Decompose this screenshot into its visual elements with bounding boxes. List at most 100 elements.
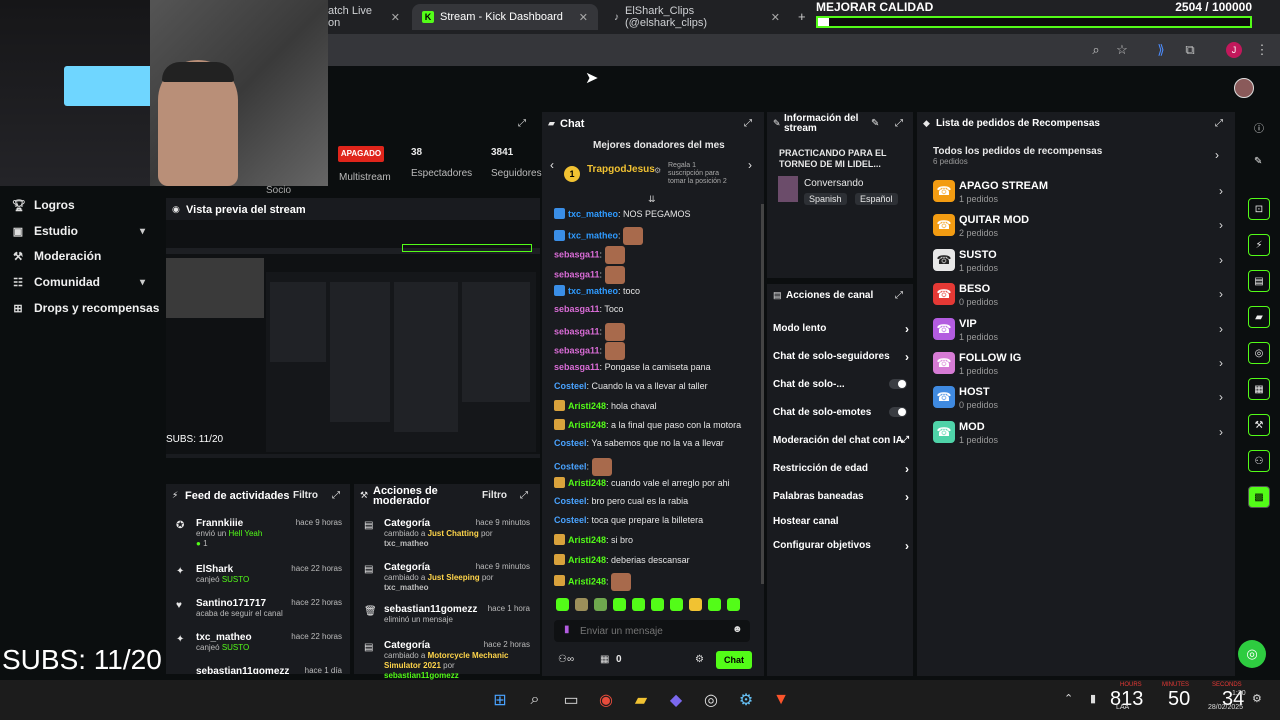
chat-username[interactable]: sebasga11 (554, 269, 600, 279)
filter-button[interactable]: Filtro (482, 490, 507, 501)
reward-row[interactable]: ☎ FOLLOW IG 1 pedidos › (933, 350, 1223, 380)
emoji-icon[interactable]: ☻ (732, 624, 743, 635)
mic-tray-icon[interactable]: ▮ (1090, 692, 1096, 705)
rail-gavel-icon[interactable]: ⚒ (1248, 414, 1270, 436)
pencil-icon[interactable]: ✎ (1254, 156, 1262, 167)
rail-camera-icon[interactable]: ⊡ (1248, 198, 1270, 220)
age-restriction-action[interactable]: Restricción de edad › (773, 462, 909, 476)
expand-icon[interactable]: ⤢ (520, 490, 528, 501)
chat-username[interactable]: sebasga11 (554, 327, 600, 337)
mic-icon[interactable]: ▮ (564, 624, 570, 635)
chevron-left-icon[interactable]: ‹ (550, 158, 554, 172)
emote-icon[interactable] (575, 598, 588, 611)
send-chat-button[interactable]: Chat (716, 651, 752, 669)
task-view-icon[interactable]: ▭ (559, 688, 583, 712)
rail-doc-icon[interactable]: ▤ (1248, 270, 1270, 292)
reward-row[interactable]: ☎ HOST 0 pedidos › (933, 384, 1223, 414)
tray-chevron-icon[interactable]: ⌃ (1064, 692, 1073, 705)
start-icon[interactable]: ⊞ (488, 688, 512, 712)
sidebar-item-drops[interactable]: ⊞ Drops y recompensas (12, 301, 159, 315)
menu-icon[interactable]: ⋮ (1254, 42, 1270, 58)
brave-icon[interactable]: ▼ (769, 688, 793, 712)
support-chat-icon[interactable]: ◎ (1238, 640, 1266, 668)
expand-icon[interactable]: ⤢ (332, 490, 340, 501)
multistream-label[interactable]: Multistream (339, 172, 391, 183)
emote-icon[interactable] (556, 598, 569, 611)
reward-row[interactable]: ☎ MOD 1 pedidos › (933, 419, 1223, 449)
rail-sliders-icon[interactable]: ▦ (1248, 378, 1270, 400)
filter-button[interactable]: Filtro (293, 490, 318, 501)
tab-kick-dashboard[interactable]: K Stream - Kick Dashboard ✕ (412, 4, 598, 30)
tab-watch-live[interactable]: atch Live on ✕ (318, 4, 410, 30)
emote-icon[interactable] (613, 598, 626, 611)
chat-username[interactable]: Aristi248 (568, 401, 606, 411)
subs-only-toggle[interactable] (889, 379, 907, 389)
reward-row[interactable]: ☎ SUSTO 1 pedidos › (933, 247, 1223, 277)
slow-mode-action[interactable]: Modo lento › (773, 322, 909, 336)
zoom-icon[interactable]: ⌕ (1088, 42, 1104, 58)
chat-username[interactable]: txc_matheo (568, 231, 618, 241)
search-icon[interactable]: ⌕ (523, 688, 547, 712)
rail-extension-icon[interactable]: ▩ (1248, 486, 1270, 508)
star-icon[interactable]: ☆ (1114, 42, 1130, 58)
stream-preview-video[interactable]: SUBS: 11/20 (166, 220, 540, 454)
chat-username[interactable]: Aristi248 (568, 555, 606, 565)
notification-icon[interactable]: ⚙ (1252, 692, 1262, 705)
user-avatar[interactable] (1234, 78, 1254, 98)
sidebar-item-estudio[interactable]: ▣ Estudio ▾ (12, 224, 162, 238)
sidebar-item-logros[interactable]: 🏆︎ Logros (12, 198, 75, 212)
emote-icon[interactable] (594, 598, 607, 611)
ai-moderation-action[interactable]: Moderación del chat con IA ⤢ (773, 434, 909, 446)
chat-username[interactable]: Aristi248 (568, 478, 606, 488)
sidebar-item-comunidad[interactable]: ☷ Comunidad ▾ (12, 275, 162, 289)
chat-username[interactable]: Costeel (554, 438, 587, 448)
subs-only-action[interactable]: Chat de solo-... (773, 379, 909, 390)
pin-icon[interactable]: ⇊ (648, 194, 656, 205)
reward-row[interactable]: ☎ QUITAR MOD 2 pedidos › (933, 212, 1223, 242)
emote-icon[interactable] (632, 598, 645, 611)
pencil-icon[interactable]: ✎ (871, 118, 879, 129)
info-icon[interactable]: ⓘ (1254, 120, 1264, 135)
followers-only-action[interactable]: Chat de solo-seguidores › (773, 350, 909, 364)
chat-username[interactable]: Aristi248 (568, 420, 606, 430)
rail-chat-icon[interactable]: ▰ (1248, 306, 1270, 328)
expand-icon[interactable]: ⤢ (895, 118, 903, 129)
chat-input[interactable] (580, 622, 730, 640)
chat-username[interactable]: Aristi248 (568, 576, 606, 586)
close-icon[interactable]: ✕ (579, 11, 588, 24)
expand-icon[interactable]: ⤢ (518, 118, 526, 129)
emote-icon[interactable] (670, 598, 683, 611)
host-channel-action[interactable]: Hostear canal (773, 516, 909, 527)
chat-username[interactable]: Costeel (554, 381, 587, 391)
reward-row[interactable]: ☎ APAGO STREAM 1 pedidos › (933, 178, 1223, 208)
rail-people-icon[interactable]: ⚇ (1248, 450, 1270, 472)
emotes-only-action[interactable]: Chat de solo-emotes (773, 407, 909, 418)
gear-icon[interactable]: ⚙ (695, 654, 704, 665)
extensions-icon[interactable]: ⧉ (1182, 42, 1198, 58)
chat-username[interactable]: Aristi248 (568, 535, 606, 545)
banned-words-action[interactable]: Palabras baneadas › (773, 490, 909, 504)
extension-audio-icon[interactable]: ⟫ (1153, 42, 1169, 58)
reward-row[interactable]: ☎ VIP 1 pedidos › (933, 316, 1223, 346)
chat-username[interactable]: sebasga11 (554, 362, 600, 372)
streamlabs-icon[interactable]: ◆ (664, 688, 688, 712)
chat-username[interactable]: sebasga11 (554, 304, 600, 314)
configure-goals-action[interactable]: Configurar objetivos › (773, 539, 909, 553)
new-tab-icon[interactable]: + (798, 9, 806, 24)
rail-bolt-icon[interactable]: ⚡︎ (1248, 234, 1270, 256)
people-icon[interactable]: ⚇∞ (558, 654, 574, 665)
expand-icon[interactable]: ⤢ (1215, 118, 1223, 129)
tab-tiktok-clips[interactable]: ♪ ElShark_Clips (@elshark_clips) ✕ (604, 4, 790, 30)
chat-username[interactable]: txc_matheo (568, 209, 618, 219)
emotes-only-toggle[interactable] (889, 407, 907, 417)
chat-username[interactable]: sebasga11 (554, 346, 600, 356)
emote-icon[interactable] (689, 598, 702, 611)
expand-icon[interactable]: ⤢ (744, 118, 752, 129)
expand-icon[interactable]: ⤢ (895, 290, 903, 301)
emote-icon[interactable] (727, 598, 740, 611)
folder-icon[interactable]: ▰ (629, 688, 653, 712)
chat-username[interactable]: Costeel (554, 461, 587, 471)
rail-broadcast-icon[interactable]: ◎ (1248, 342, 1270, 364)
emote-icon[interactable] (651, 598, 664, 611)
chat-username[interactable]: Costeel (554, 515, 587, 525)
